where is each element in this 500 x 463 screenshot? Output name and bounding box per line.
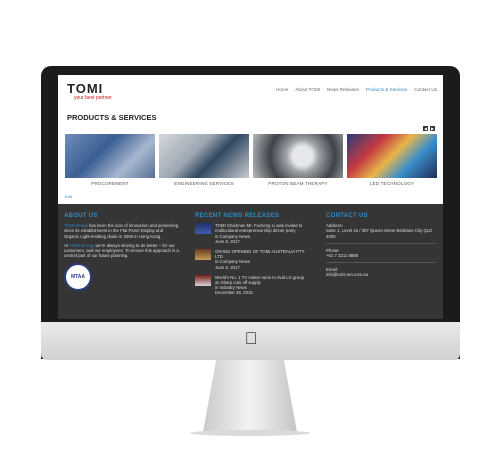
news-item[interactable]: GRAND OPENING OF TOMI AUSTRALIA PTY LTD i… bbox=[195, 249, 305, 270]
product-led[interactable]: LED TECHNOLOGY bbox=[347, 134, 437, 192]
product-label: PROTON BEAM THERAPY bbox=[268, 181, 328, 186]
product-proton-beam[interactable]: PROTON BEAM THERAPY bbox=[253, 134, 343, 192]
news-date: June 6, 2017 bbox=[215, 264, 240, 270]
site-logo[interactable]: TOMI bbox=[67, 81, 103, 96]
product-image bbox=[347, 134, 437, 178]
contact-column: CONTACT US Address: Suite 1, Level 16 / … bbox=[326, 213, 436, 278]
news-text: GRAND OPENING OF TOMI AUSTRALIA PTY LTD i… bbox=[215, 249, 305, 270]
news-column: RECENT NEWS RELEASES TOMI Chairman Mr. F… bbox=[195, 213, 305, 301]
product-label: LED TECHNOLOGY bbox=[369, 181, 415, 186]
nav-home[interactable]: Home bbox=[276, 87, 288, 92]
address-value: Suite 1, Level 16 / 307 Queen Street Bri… bbox=[326, 228, 433, 239]
product-procurement[interactable]: PROCUREMENT bbox=[65, 134, 155, 192]
stand-shadow bbox=[190, 430, 310, 436]
product-image bbox=[65, 134, 155, 178]
news-title: TOMI Chairman Mr. Fucheng Li was invited… bbox=[215, 223, 303, 234]
divider bbox=[326, 242, 436, 244]
product-image bbox=[253, 134, 343, 178]
nav-products[interactable]: Products & Services bbox=[366, 87, 407, 92]
news-date: June 8, 2017 bbox=[215, 238, 240, 244]
page-title: PRODUCTS & SERVICES bbox=[67, 113, 157, 122]
monitor-stand bbox=[203, 360, 297, 432]
about-column: ABOUT US TOMI Group has been the icon of… bbox=[64, 213, 179, 292]
nav-about[interactable]: About TOMI bbox=[295, 87, 320, 92]
site-tagline: your best partner bbox=[74, 95, 112, 101]
news-item[interactable]: TOMI Chairman Mr. Fucheng Li was invited… bbox=[195, 223, 305, 244]
edit-link[interactable]: Edit bbox=[65, 194, 72, 199]
mtaa-badge: MTAA bbox=[64, 263, 92, 292]
arrow-right-icon[interactable]: ▶ bbox=[430, 126, 435, 131]
news-title: GRAND OPENING OF TOMI AUSTRALIA PTY LTD bbox=[215, 249, 305, 260]
nav-news[interactable]: News Releases bbox=[327, 87, 359, 92]
carousel-arrows: ◀ ▶ bbox=[423, 126, 435, 131]
main-nav: Home About TOMI News Releases Products &… bbox=[276, 87, 437, 92]
site-footer: ABOUT US TOMI Group has been the icon of… bbox=[58, 204, 443, 319]
products-carousel: PROCUREMENT ENGINEERING SERVICES PROTON … bbox=[65, 134, 437, 192]
email-value[interactable]: info@tomi-am.com.au bbox=[326, 272, 436, 277]
about-heading: ABOUT US bbox=[64, 213, 98, 219]
arrow-left-icon[interactable]: ◀ bbox=[423, 126, 428, 131]
contact-heading: CONTACT US bbox=[326, 213, 368, 219]
badge-text: MTAA bbox=[70, 273, 86, 280]
news-thumbnail bbox=[195, 223, 211, 235]
website-screen: TOMI your best partner Home About TOMI N… bbox=[58, 75, 443, 319]
about-text-2: At TOMI Group, we're always striving to … bbox=[64, 243, 179, 259]
logo-text: TOMI bbox=[67, 81, 104, 96]
news-item[interactable]: World's No. 1 TV maker turns to rival LG… bbox=[195, 274, 305, 296]
news-heading: RECENT NEWS RELEASES bbox=[195, 213, 280, 219]
news-text: TOMI Chairman Mr. Fucheng Li was invited… bbox=[215, 223, 305, 244]
product-image bbox=[159, 134, 249, 178]
product-label: PROCUREMENT bbox=[91, 181, 129, 186]
news-thumbnail bbox=[195, 249, 211, 261]
news-text: World's No. 1 TV maker turns to rival LG… bbox=[215, 275, 305, 296]
news-title: World's No. 1 TV maker turns to rival LG… bbox=[215, 274, 305, 286]
product-label: ENGINEERING SERVICES bbox=[174, 181, 234, 186]
apple-logo-icon:  bbox=[243, 330, 259, 348]
news-thumbnail bbox=[195, 274, 211, 286]
product-engineering[interactable]: ENGINEERING SERVICES bbox=[159, 134, 249, 192]
news-date: December 28, 2016 bbox=[215, 290, 253, 296]
phone-value: +61 7 3211 8888 bbox=[326, 253, 359, 259]
nav-contact[interactable]: Contact Us bbox=[414, 87, 437, 92]
divider bbox=[326, 262, 436, 264]
site-header: TOMI your best partner Home About TOMI N… bbox=[58, 75, 443, 105]
about-text-1: TOMI Group has been the icon of innovati… bbox=[64, 223, 179, 239]
